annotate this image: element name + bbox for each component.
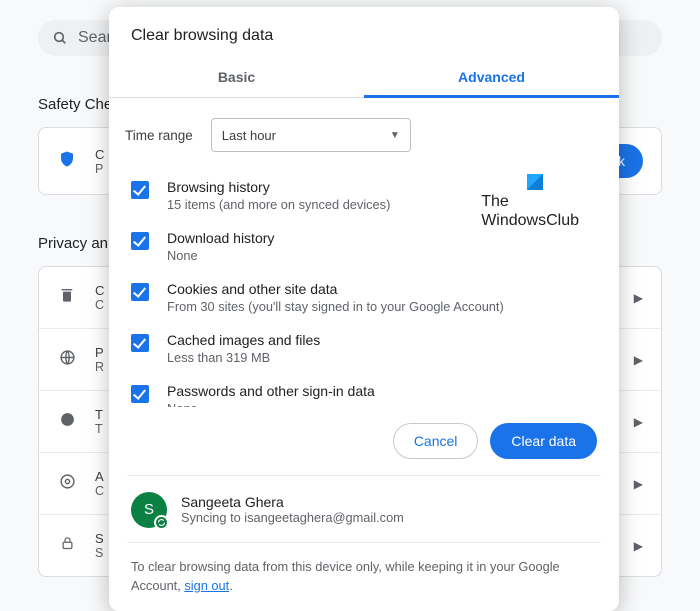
option-title: Passwords and other sign-in data (167, 383, 375, 399)
option-text: Browsing history 15 items (and more on s… (167, 179, 390, 212)
option-title: Cached images and files (167, 332, 320, 348)
dialog-scroll-area: Time range Last hour ▼ Browsing history … (109, 98, 619, 407)
checkbox[interactable] (131, 385, 149, 403)
option-title: Download history (167, 230, 274, 246)
option-sub: 15 items (and more on synced devices) (167, 197, 390, 212)
dialog-actions: Cancel Clear data (109, 407, 619, 475)
option-browsing-history[interactable]: Browsing history 15 items (and more on s… (125, 170, 603, 221)
option-title: Cookies and other site data (167, 281, 504, 297)
option-cookies[interactable]: Cookies and other site data From 30 site… (125, 272, 603, 323)
option-text: Passwords and other sign-in data None (167, 383, 375, 407)
dialog-tabs: Basic Advanced (109, 59, 619, 98)
time-range-select[interactable]: Last hour ▼ (211, 118, 411, 152)
tab-advanced[interactable]: Advanced (364, 59, 619, 97)
option-sub: None (167, 248, 274, 263)
time-range-row: Time range Last hour ▼ (125, 118, 603, 152)
checkbox[interactable] (131, 334, 149, 352)
tab-basic[interactable]: Basic (109, 59, 364, 97)
option-sub: None (167, 401, 375, 407)
option-passwords[interactable]: Passwords and other sign-in data None (125, 374, 603, 407)
option-cached[interactable]: Cached images and files Less than 319 MB (125, 323, 603, 374)
option-sub: From 30 sites (you'll stay signed in to … (167, 299, 504, 314)
checkbox[interactable] (131, 232, 149, 250)
dialog-scroll-inner[interactable]: Time range Last hour ▼ Browsing history … (109, 98, 619, 407)
dialog-footer-note: To clear browsing data from this device … (127, 542, 601, 611)
time-range-value: Last hour (222, 128, 276, 143)
account-name: Sangeeta Ghera (181, 494, 404, 510)
option-sub: Less than 319 MB (167, 350, 320, 365)
checkbox[interactable] (131, 283, 149, 301)
checkbox[interactable] (131, 181, 149, 199)
sign-out-link[interactable]: sign out (184, 578, 229, 593)
account-sub: Syncing to isangeetaghera@gmail.com (181, 510, 404, 525)
account-text: Sangeeta Ghera Syncing to isangeetaghera… (181, 494, 404, 525)
option-title: Browsing history (167, 179, 390, 195)
option-text: Cached images and files Less than 319 MB (167, 332, 320, 365)
clear-data-button[interactable]: Clear data (490, 423, 597, 459)
sync-badge-icon (154, 515, 169, 530)
option-text: Cookies and other site data From 30 site… (167, 281, 504, 314)
option-download-history[interactable]: Download history None (125, 221, 603, 272)
avatar-initial: S (144, 501, 154, 518)
footer-text: . (229, 578, 233, 593)
cancel-button[interactable]: Cancel (393, 423, 479, 459)
chevron-down-icon: ▼ (390, 130, 400, 141)
option-text: Download history None (167, 230, 274, 263)
clear-browsing-data-dialog: Clear browsing data Basic Advanced Time … (109, 7, 619, 611)
avatar: S (131, 492, 167, 528)
dialog-title: Clear browsing data (109, 7, 619, 59)
time-range-label: Time range (125, 128, 193, 143)
account-row: S Sangeeta Ghera Syncing to isangeetaghe… (127, 475, 601, 542)
